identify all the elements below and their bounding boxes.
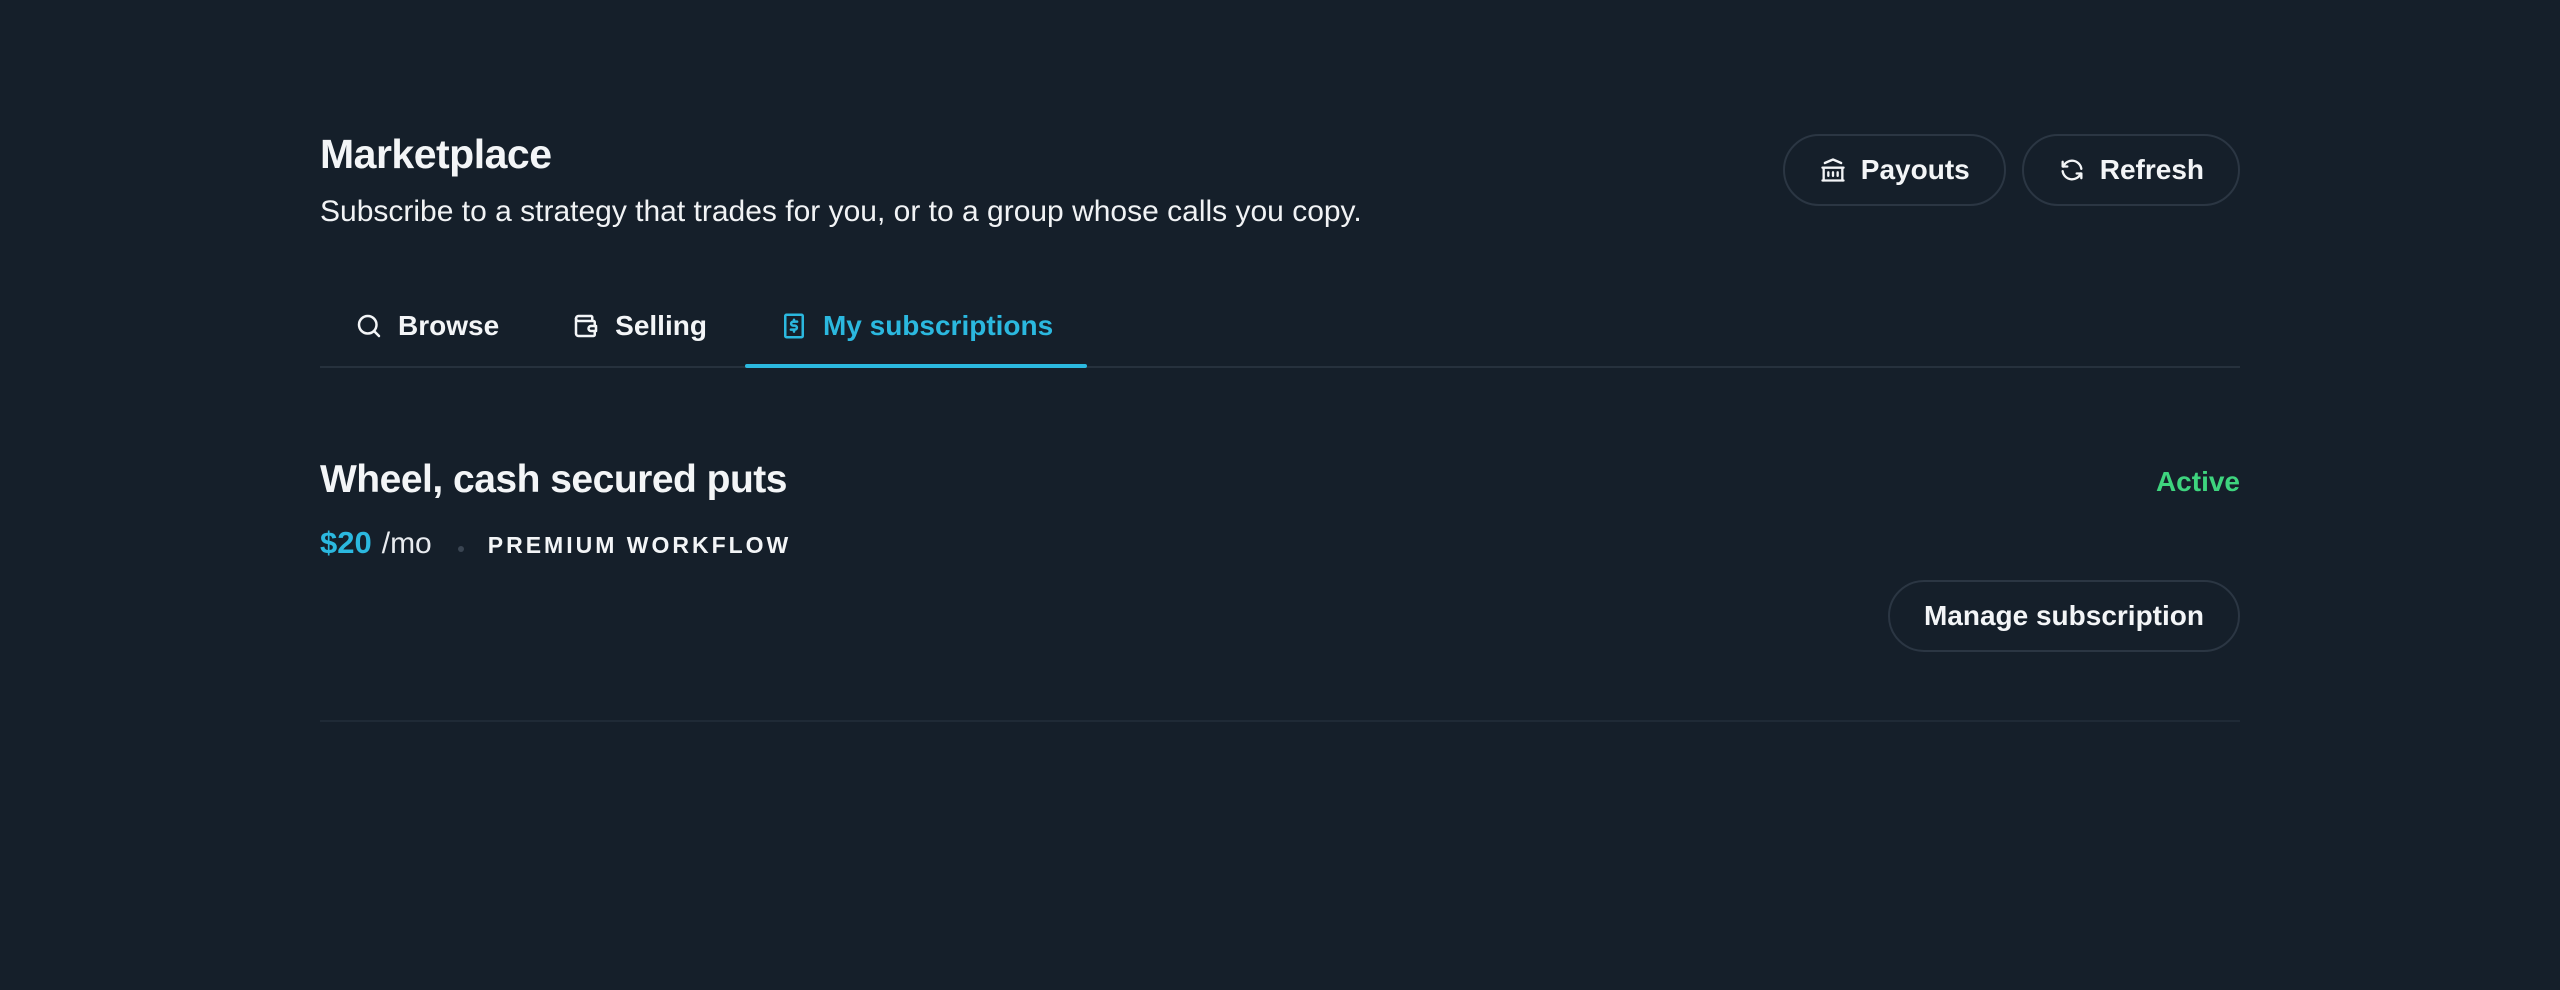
separator-dot	[457, 546, 464, 552]
subscription-price: $20	[320, 525, 372, 560]
wallet-icon	[571, 311, 601, 341]
tab-browse[interactable]: Browse	[320, 286, 533, 366]
main-content: Marketplace Subscribe to a strategy that…	[320, 124, 2240, 722]
page-header: Marketplace Subscribe to a strategy that…	[320, 134, 2240, 250]
subscription-period: /mo	[381, 527, 432, 560]
receipt-icon	[779, 311, 809, 341]
tab-my-subscriptions[interactable]: My subscriptions	[744, 286, 1088, 368]
subscription-title: Wheel, cash secured puts	[320, 458, 788, 501]
header-actions: Payouts Refresh	[1782, 134, 2240, 206]
marketplace-page: Marketplace Subscribe to a strategy that…	[0, 0, 2560, 990]
payouts-button[interactable]: Payouts	[1782, 134, 2006, 206]
search-icon	[354, 311, 384, 341]
tab-browse-label: Browse	[398, 310, 500, 341]
tab-my-subscriptions-label: My subscriptions	[822, 310, 1054, 341]
status-badge: Active	[2155, 466, 2240, 497]
bank-icon	[1819, 156, 1847, 184]
tab-selling-label: Selling	[615, 310, 707, 341]
tab-bar: Browse Selling My subscriptions	[320, 286, 2240, 368]
subscription-item: Wheel, cash secured puts Active $20 /mo …	[320, 460, 2240, 722]
tab-selling[interactable]: Selling	[537, 286, 741, 366]
refresh-label: Refresh	[2099, 154, 2204, 185]
manage-subscription-button[interactable]: Manage subscription	[1887, 580, 2240, 652]
subscription-type-tag: PREMIUM WORKFLOW	[487, 532, 792, 558]
payouts-label: Payouts	[1860, 154, 1970, 185]
refresh-icon	[2058, 156, 2086, 184]
refresh-button[interactable]: Refresh	[2021, 134, 2240, 206]
subscription-meta: $20 /mo PREMIUM WORKFLOW	[320, 527, 2240, 559]
